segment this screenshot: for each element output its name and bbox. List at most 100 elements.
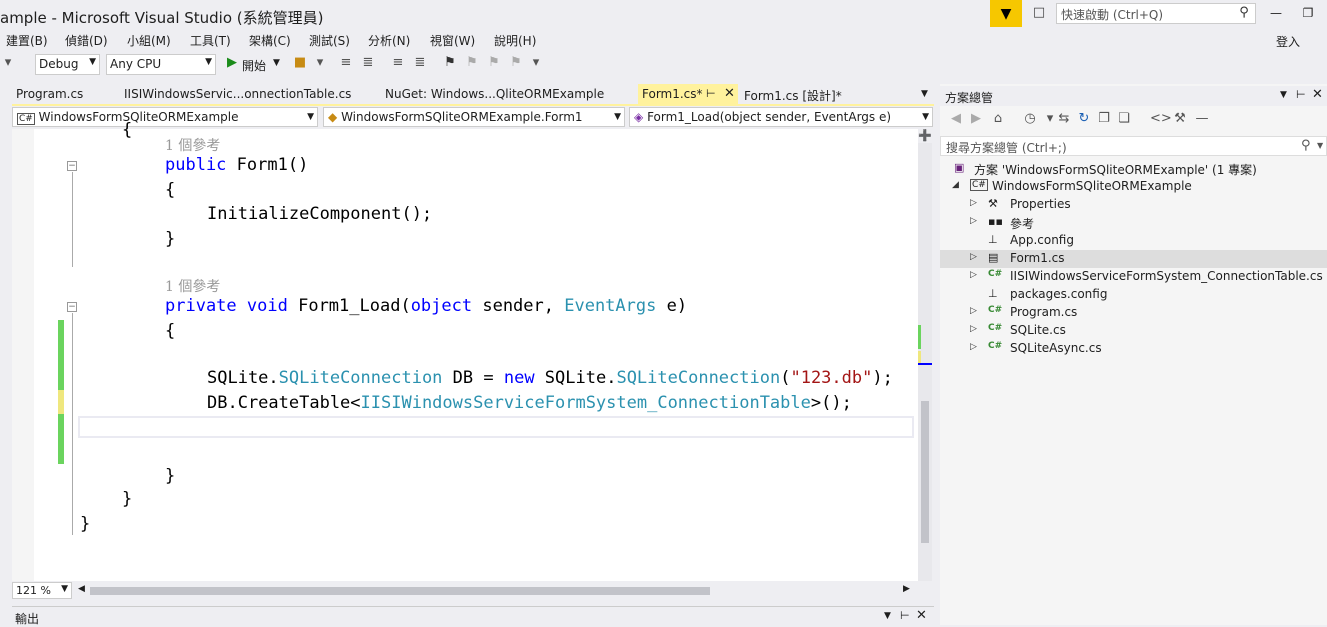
back-icon[interactable]: ◀ — [948, 111, 964, 129]
collapsed-icon[interactable]: ▷ — [970, 324, 977, 334]
close-icon[interactable]: ✕ — [1312, 87, 1323, 102]
chevron-down-icon[interactable]: ▼ — [921, 89, 928, 99]
pin-icon[interactable]: ⊢ — [1296, 88, 1306, 101]
split-icon[interactable]: ➕ — [918, 129, 932, 143]
collapse-all-icon[interactable]: ❐ — [1096, 111, 1112, 129]
pending-changes-icon[interactable]: ◷ — [1022, 111, 1038, 129]
overflow-icon[interactable]: ▾ — [312, 55, 328, 73]
horizontal-scroll-thumb[interactable] — [90, 587, 710, 595]
next-bookmark-icon[interactable]: ⚑ — [486, 55, 502, 73]
platform-select[interactable]: Any CPU ▼ — [106, 54, 216, 75]
menu-test[interactable]: 測試(S) — [309, 32, 350, 49]
tree-item-properties[interactable]: ▷ ⚒ Properties — [940, 196, 1327, 214]
start-button[interactable]: 開始 — [242, 57, 266, 74]
show-all-files-icon[interactable]: ❏ — [1116, 111, 1132, 129]
chevron-down-icon[interactable]: ▼ — [1317, 141, 1323, 150]
tab-form1-cs[interactable]: Form1.cs* ⊢ ✕ — [638, 84, 738, 104]
collapse-toggle[interactable]: − — [67, 161, 77, 171]
vertical-scrollbar[interactable] — [918, 129, 932, 581]
feedback-icon[interactable]: □ — [1030, 5, 1048, 21]
tree-item-label: packages.config — [1010, 287, 1108, 301]
search-icon[interactable]: ⚲ — [1301, 138, 1311, 153]
clear-bookmarks-icon[interactable]: ⚑ — [508, 55, 524, 73]
notification-flag-icon[interactable]: ▼ — [990, 0, 1022, 27]
member-dropdown[interactable]: ◈ Form1_Load(object sender, EventArgs e)… — [629, 107, 933, 127]
collapsed-icon[interactable]: ▷ — [970, 270, 977, 280]
menu-window[interactable]: 視窗(W) — [430, 32, 475, 49]
tree-item-connection-table[interactable]: ▷ C# IISIWindowsServiceFormSystem_Connec… — [940, 268, 1327, 286]
collapsed-icon[interactable]: ▷ — [970, 198, 977, 208]
restore-button[interactable]: ❐ — [1300, 6, 1316, 22]
dropdown-chevron-icon[interactable]: ▾ — [0, 55, 16, 73]
home-icon[interactable]: ⌂ — [990, 111, 1006, 129]
tree-item-references[interactable]: ▷ ▪▪ 參考 — [940, 214, 1327, 232]
pin-icon[interactable]: ⊢ — [706, 87, 716, 100]
collapsed-icon[interactable]: ▷ — [970, 342, 977, 352]
codelens-references[interactable]: 1 個參考 — [165, 276, 220, 296]
tree-item-solution[interactable]: ▣ 方案 'WindowsFormSQliteORMExample' (1 專案… — [940, 160, 1327, 178]
menu-build[interactable]: 建置(B) — [6, 32, 48, 49]
scroll-thumb[interactable] — [921, 401, 929, 543]
menu-analyze[interactable]: 分析(N) — [368, 32, 410, 49]
close-icon[interactable]: ✕ — [724, 86, 735, 101]
collapsed-icon[interactable]: ▷ — [970, 306, 977, 316]
properties-icon[interactable]: ⚒ — [1172, 111, 1188, 129]
menu-team[interactable]: 小組(M) — [127, 32, 171, 49]
preview-icon[interactable]: — — [1194, 111, 1210, 129]
expanded-icon[interactable]: ◢ — [952, 180, 959, 190]
step-icon[interactable]: ≡ — [338, 55, 354, 73]
menu-tools[interactable]: 工具(T) — [190, 32, 231, 49]
tab-nuget[interactable]: NuGet: Windows...QliteORMExample — [381, 84, 608, 104]
collapse-toggle[interactable]: − — [67, 302, 77, 312]
menu-bar: 建置(B) 偵錯(D) 小組(M) 工具(T) 架構(C) 測試(S) 分析(N… — [0, 32, 1327, 52]
tab-form1-designer[interactable]: Form1.cs [設計]* — [740, 84, 846, 104]
tab-connection-table[interactable]: IISIWindowsServic...onnectionTable.cs — [120, 84, 355, 104]
scroll-right-icon[interactable]: ▶ — [903, 584, 910, 594]
tree-item-sqlite[interactable]: ▷ C# SQLite.cs — [940, 322, 1327, 340]
tree-item-project[interactable]: ◢ C# WindowsFormSQliteORMExample — [940, 178, 1327, 196]
menu-help[interactable]: 說明(H) — [494, 32, 536, 49]
collapsed-icon[interactable]: ▷ — [970, 216, 977, 226]
sync-icon[interactable]: ⇆ — [1056, 111, 1072, 129]
menu-architecture[interactable]: 架構(C) — [249, 32, 291, 49]
codelens-references[interactable]: 1 個參考 — [165, 135, 220, 155]
class-dropdown[interactable]: ◆ WindowsFormSQliteORMExample.Form1 ▼ — [323, 107, 625, 127]
prev-bookmark-icon[interactable]: ⚑ — [464, 55, 480, 73]
tree-item-form1[interactable]: ▷ ▤ Form1.cs — [940, 250, 1327, 268]
find-icon[interactable]: ■ — [292, 55, 308, 73]
search-icon[interactable]: ⚲ — [1236, 5, 1252, 21]
code-editor[interactable] — [12, 129, 918, 581]
chevron-down-icon[interactable]: ▼ — [884, 611, 891, 621]
zoom-select[interactable]: 121 % ▼ — [12, 582, 72, 599]
tree-item-label: Program.cs — [1010, 305, 1078, 319]
uncomment-icon[interactable]: ≣ — [412, 55, 428, 73]
refresh-icon[interactable]: ↻ — [1076, 111, 1092, 129]
tab-program-cs[interactable]: Program.cs — [12, 84, 87, 104]
solution-search-input[interactable]: 搜尋方案總管 (Ctrl+;) ⚲ ▼ — [940, 136, 1327, 156]
minimize-button[interactable]: — — [1268, 6, 1284, 22]
chevron-down-icon[interactable]: ▼ — [273, 58, 280, 68]
solution-explorer-toolbar: ◀ ▶ ⌂ ◷ ▾ ⇆ ↻ ❐ ❏ <> ⚒ — — [940, 108, 1327, 134]
quick-launch-input[interactable]: 快速啟動 (Ctrl+Q) — [1056, 3, 1256, 24]
sign-in-link[interactable]: 登入 — [1276, 33, 1300, 50]
project-dropdown[interactable]: C# WindowsFormSQliteORMExample ▼ — [12, 107, 318, 127]
close-icon[interactable]: ✕ — [916, 608, 927, 623]
tree-item-sqlite-async[interactable]: ▷ C# SQLiteAsync.cs — [940, 340, 1327, 358]
bookmark-icon[interactable]: ⚑ — [442, 55, 458, 73]
project-name: WindowsFormSQliteORMExample — [38, 110, 239, 124]
indent-icon[interactable]: ≣ — [360, 55, 376, 73]
menu-debug[interactable]: 偵錯(D) — [65, 32, 108, 49]
pin-icon[interactable]: ⊢ — [900, 609, 910, 622]
overflow-icon[interactable]: ▾ — [528, 55, 544, 73]
tree-item-program[interactable]: ▷ C# Program.cs — [940, 304, 1327, 322]
collapsed-icon[interactable]: ▷ — [970, 252, 977, 262]
tree-item-packages-config[interactable]: ⊥ packages.config — [940, 286, 1327, 304]
play-icon[interactable]: ▶ — [224, 55, 240, 73]
comment-icon[interactable]: ≡ — [390, 55, 406, 73]
solution-config-select[interactable]: Debug ▼ — [35, 54, 100, 75]
tree-item-app-config[interactable]: ⊥ App.config — [940, 232, 1327, 250]
chevron-down-icon[interactable]: ▼ — [1280, 90, 1287, 100]
forward-icon[interactable]: ▶ — [968, 111, 984, 129]
view-code-icon[interactable]: <> — [1150, 111, 1172, 129]
scroll-left-icon[interactable]: ◀ — [78, 584, 85, 594]
